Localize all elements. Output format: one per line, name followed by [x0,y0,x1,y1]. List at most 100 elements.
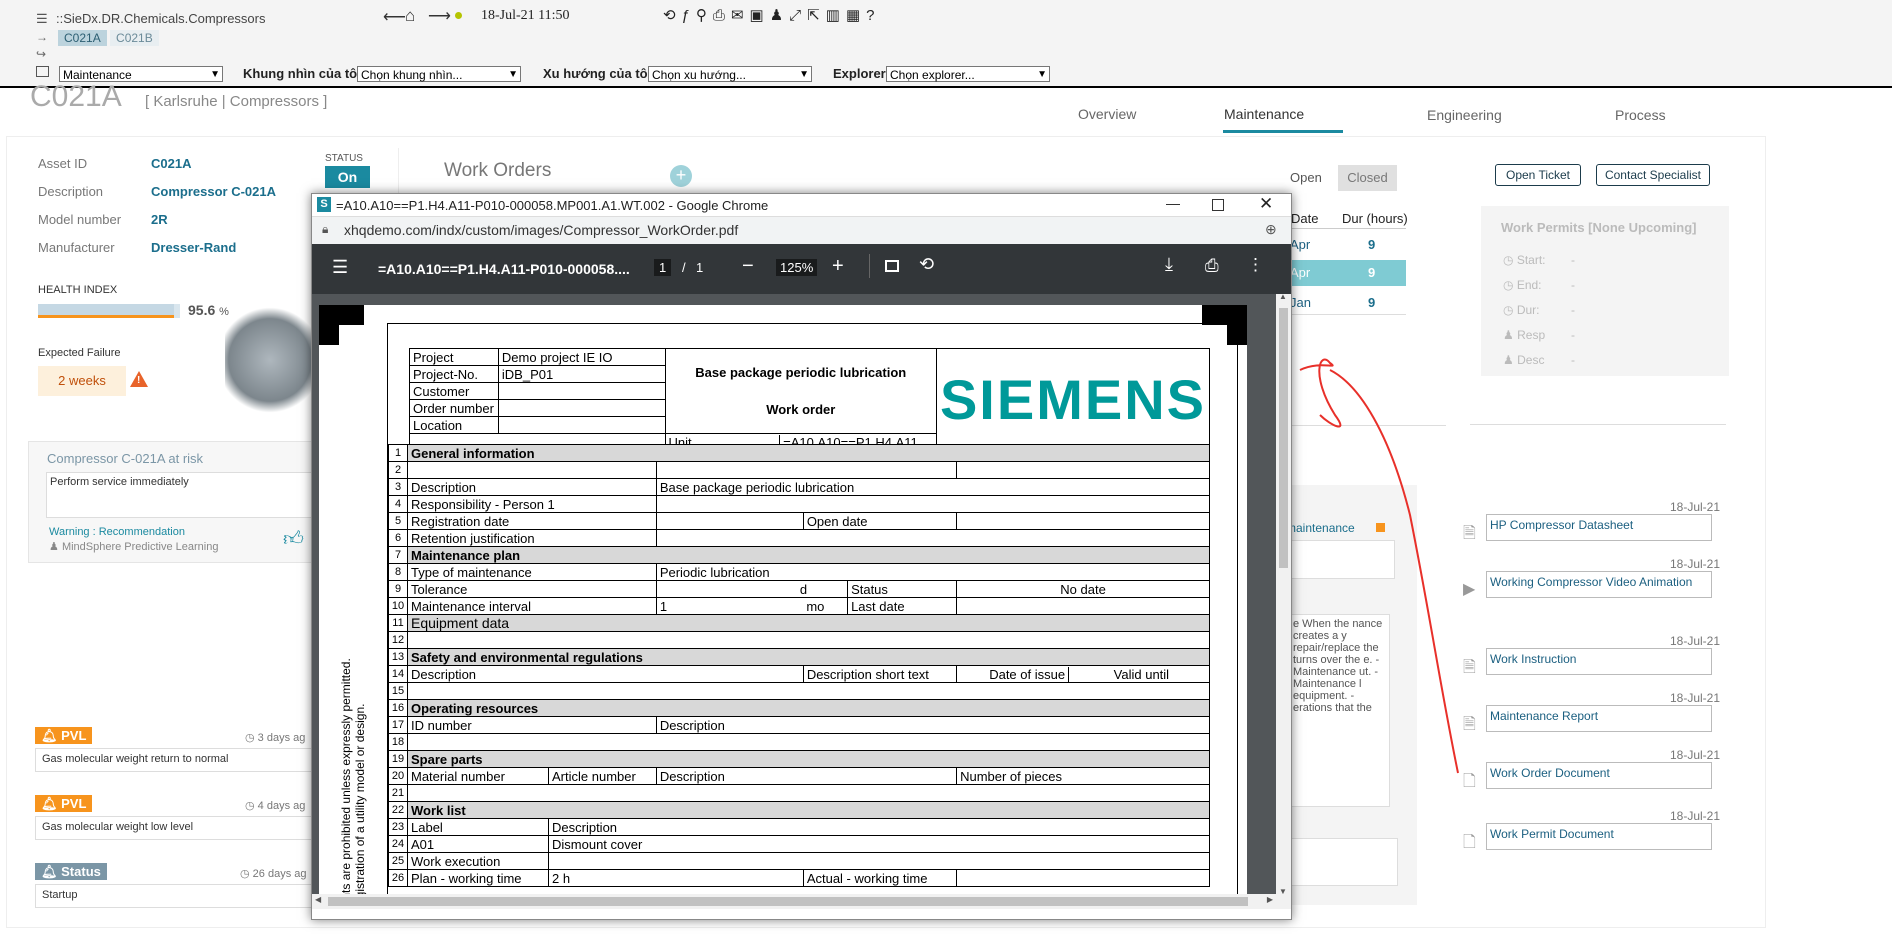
tab-overview[interactable]: Overview [1078,106,1136,122]
maximize-icon[interactable] [1212,199,1224,211]
chart-icon[interactable]: ▥ [826,7,846,24]
fit-page-icon[interactable] [885,260,899,272]
document-link[interactable]: Work Instruction [1486,648,1712,675]
window-icon[interactable] [36,66,49,77]
notes-field[interactable] [1290,838,1398,886]
thumbs-up-icon[interactable]: 👍︎ [283,527,304,551]
table-row[interactable]: Jan 9 [1290,292,1406,315]
vertical-scrollbar[interactable]: ▲ ▼ [1276,294,1291,894]
scroll-down-icon[interactable]: ▼ [1279,887,1287,894]
table-divider [1290,228,1406,229]
risk-warning[interactable]: Warning : Recommendation [49,526,185,538]
print-icon[interactable]: ⎙ [1205,256,1219,276]
forward-arrow-icon[interactable]: ⟶ [428,6,451,26]
download-icon[interactable]: ⤓ [1165,254,1173,275]
person-icon[interactable]: ♟ [770,7,789,24]
minimize-icon[interactable]: — [1166,195,1180,211]
chip-c021a[interactable]: C021A [58,30,107,46]
scroll-up-icon[interactable]: ▲ [1279,294,1287,301]
document-link[interactable]: HP Compressor Datasheet [1486,514,1712,541]
trend-select-value: Chọn xu hướng... [652,68,746,82]
grid-icon[interactable]: ▦ [846,7,866,24]
zoom-icon[interactable]: ⊕ [1265,221,1277,238]
event-time: 26 days ag [252,868,307,880]
row-value: Periodic lubrication [655,563,1211,581]
rotate-icon[interactable]: ⟲ [919,254,934,275]
zoom-level[interactable]: 125% [776,259,818,276]
mail-icon[interactable]: ✉ [731,7,750,24]
doc-icon: 🗋 [1463,834,1476,851]
document-link[interactable]: Work Order Document [1486,762,1712,789]
document-date: 18-Jul-21 [1669,557,1720,571]
export-icon[interactable]: ⇱ [807,7,826,24]
explorer-select[interactable]: Chọn explorer... ▼ [886,66,1050,82]
row-value: Dismount cover [548,835,1210,853]
header-table: Project Demo project IE IO Base package p… [409,348,1211,451]
permit-label: Desc [1517,353,1545,367]
filter-open[interactable]: Open [1290,170,1322,185]
tab-maintenance[interactable]: Maintenance [1224,106,1304,122]
table-row[interactable]: Apr 9 [1290,234,1406,256]
work-order-table: 1 General information 2 3 Description Base … [388,444,1211,887]
scrollbar-thumb[interactable] [1279,308,1288,568]
pdf-toolbar: ☰ =A10.A10==P1.H4.A11-P010-000058.... 1 … [312,244,1291,294]
page-input[interactable]: 1 [654,259,672,276]
table-row-selected[interactable]: Apr 9 [1290,260,1406,286]
expand-icon[interactable]: ⤢ [789,7,807,24]
row-label: Tolerance [407,580,657,598]
tab-process[interactable]: Process [1615,107,1666,123]
side-text-line: the registration of a utility model or d… [353,703,367,894]
url-text[interactable]: xhqdemo.com/indx/custom/images/Compresso… [344,222,738,238]
manufacturer-label: Manufacturer [38,240,115,255]
more-options-icon[interactable]: ⋮ [1247,255,1264,275]
row-label: Description [655,767,958,785]
contact-specialist-button[interactable]: Contact Specialist [1596,164,1710,186]
zoom-out-icon[interactable]: − [742,255,754,278]
scrollbar-thumb[interactable] [328,897,1248,906]
row-label: Responsibility - Person 1 [407,495,657,513]
warning-icon-mark: ! [137,375,141,386]
chip-c021b[interactable]: C021B [110,30,159,46]
window-titlebar[interactable]: S =A10.A10==P1.H4.A11-P010-000058.MP001.… [312,194,1291,216]
document-item: 18-Jul-21 ▶ Working Compressor Video Ani… [1460,557,1720,598]
refresh-icon[interactable]: ⟲ [663,7,682,24]
open-ticket-button[interactable]: Open Ticket [1495,164,1581,186]
row-value: No date [956,580,1210,598]
scroll-right-icon[interactable]: ▶ [1267,895,1273,904]
permit-label: Dur: [1516,303,1540,317]
person-icon: ♟ [1503,353,1514,367]
address-bar[interactable]: 🔒︎ xhqdemo.com/indx/custom/images/Compre… [312,216,1291,244]
row-dur: 9 [1368,265,1376,280]
permit-value: - [1571,278,1575,292]
menu-icon[interactable]: ☰ [36,11,48,27]
horizontal-scrollbar[interactable]: ◀ ▶ [312,894,1291,909]
inbox-icon[interactable]: ▣ [750,7,770,24]
datetime: 18-Jul-21 11:50 [481,8,570,23]
formula-icon[interactable]: ƒ [682,7,696,24]
document-link[interactable]: Working Compressor Video Animation [1486,571,1712,598]
filter-closed[interactable]: Closed [1338,165,1397,191]
col-dur: Dur (hours) [1342,211,1408,226]
zoom-in-icon[interactable]: + [832,255,844,278]
document-link[interactable]: Maintenance Report [1486,705,1712,732]
row-label: Description [655,716,1211,734]
tab-engineering[interactable]: Engineering [1427,107,1502,123]
view-select[interactable]: Chọn khung nhìn... ▼ [357,66,521,82]
home-icon[interactable]: ⌂ [405,6,415,26]
row-dur: 9 [1368,295,1376,310]
print-icon[interactable]: ⎙ [713,7,731,24]
scroll-left-icon[interactable]: ◀ [315,895,321,904]
help-icon[interactable]: ? [866,7,880,24]
document-link[interactable]: Work Permit Document [1486,823,1712,850]
trend-select[interactable]: Chọn xu hướng... ▼ [648,66,812,82]
close-icon[interactable]: ✕ [1259,194,1273,214]
document-date: 18-Jul-21 [1669,634,1720,648]
back-arrow-icon[interactable]: ⟵ [383,7,406,27]
risk-source: MindSphere Predictive Learning [61,541,219,553]
menu-icon[interactable]: ☰ [332,257,348,278]
add-icon[interactable]: + [670,165,692,187]
breadcrumb[interactable]: ::SieDx.DR.Chemicals.Compressors [56,11,266,26]
pin-icon[interactable]: ⚲ [696,7,713,24]
risk-message: Perform service immediately [46,472,316,518]
section-spare-parts: Spare parts [407,750,1210,768]
